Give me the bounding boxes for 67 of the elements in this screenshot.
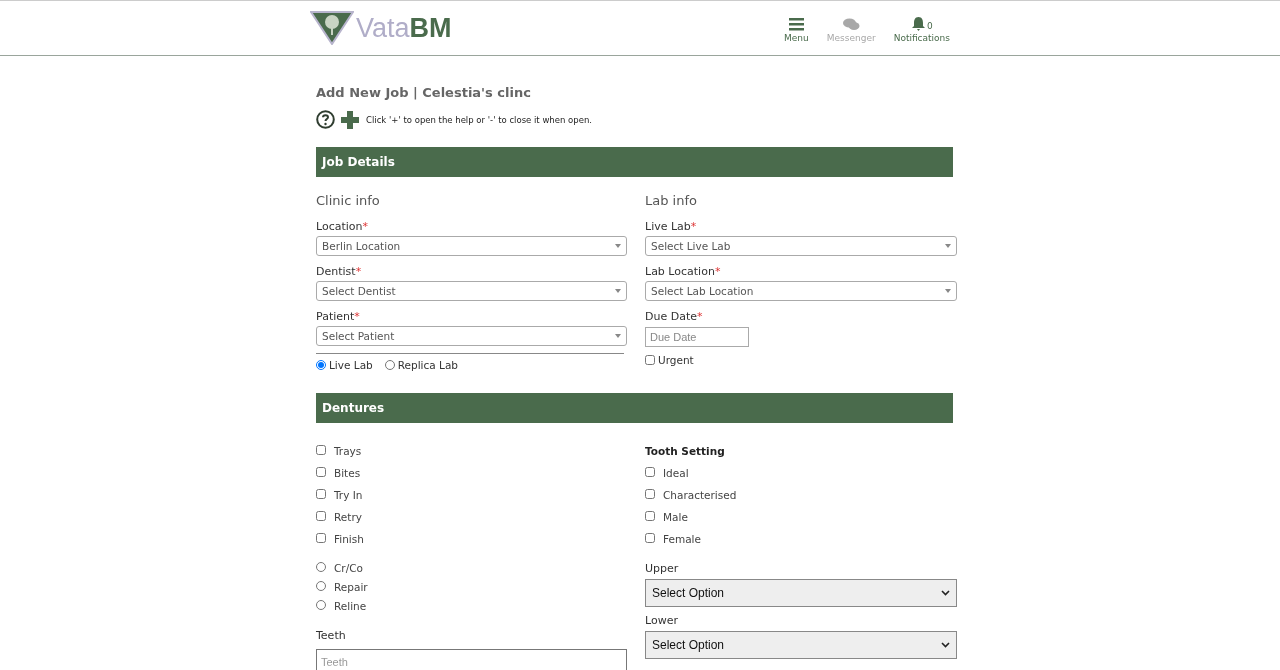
select-field[interactable]: Berlin Location: [316, 236, 627, 256]
field-label: Dentist*: [316, 265, 363, 278]
select-field[interactable]: Select Option: [645, 579, 957, 607]
checkbox[interactable]: [645, 355, 655, 365]
menu-nav-item[interactable]: Menu: [784, 13, 809, 43]
plus-icon[interactable]: [341, 110, 359, 129]
checkbox[interactable]: [316, 533, 326, 543]
group-heading: Tooth Setting: [645, 445, 726, 459]
radio-button[interactable]: [316, 600, 326, 610]
option-label: Female: [663, 533, 701, 545]
field-label: Teeth: [316, 629, 347, 642]
section-heading: Clinic info: [316, 193, 381, 208]
option-label: Cr/Co: [334, 562, 363, 574]
section-heading: Lab info: [645, 193, 698, 208]
option-label: Male: [663, 511, 688, 523]
radio-button[interactable]: [316, 562, 326, 572]
field-label: Patient*: [316, 310, 361, 323]
option-label: Trays: [334, 445, 362, 457]
option-label: Retry: [334, 511, 362, 523]
option-label: Reline: [334, 600, 367, 612]
section-header: Dentures: [316, 393, 953, 423]
field-label: Lab Location*: [645, 265, 722, 278]
option-label: Finish: [334, 533, 364, 545]
checkbox[interactable]: [645, 489, 655, 499]
select-field[interactable]: Select Option: [645, 631, 957, 659]
checkbox[interactable]: [316, 511, 326, 521]
checkbox[interactable]: [316, 467, 326, 477]
radio-button[interactable]: [316, 581, 326, 591]
field-label: Live Lab*: [645, 220, 698, 233]
date-input[interactable]: Due Date: [645, 327, 749, 347]
option-label: Repair: [334, 581, 368, 593]
option-label: Try In: [334, 489, 363, 501]
checkbox[interactable]: [316, 445, 326, 455]
field-label: Upper: [645, 562, 680, 575]
select-field[interactable]: Select Live Lab: [645, 236, 957, 256]
help-icon[interactable]: [316, 110, 335, 129]
radio-button[interactable]: [384, 360, 395, 370]
checkbox[interactable]: [645, 467, 655, 477]
chevron-down-icon: [941, 590, 950, 596]
checkbox[interactable]: [645, 511, 655, 521]
brand-logo[interactable]: VataBM: [356, 12, 452, 44]
field-label: Due Date*: [645, 310, 704, 323]
field-label: Lower: [645, 614, 679, 627]
select-field[interactable]: Select Patient: [316, 326, 627, 346]
page-title: Add New Job | Celestia's clinc: [316, 85, 532, 100]
option-label: Bites: [334, 467, 361, 479]
tree-logo-icon: [310, 11, 354, 45]
option-label: Live Lab: [329, 359, 373, 371]
field-label: Location*: [316, 220, 370, 233]
bell-icon: [910, 15, 926, 31]
select-field[interactable]: Select Lab Location: [645, 281, 957, 301]
notifications-nav-item[interactable]: 0 Notifications: [893, 13, 950, 43]
chevron-down-icon: [941, 642, 950, 648]
notification-count: 0: [926, 20, 933, 31]
select-field[interactable]: Select Dentist: [316, 281, 627, 301]
option-label: Ideal: [663, 467, 689, 479]
checkbox[interactable]: [316, 489, 326, 499]
teeth-input[interactable]: Teeth: [316, 649, 627, 670]
chat-bubbles-icon: [842, 17, 860, 31]
radio-button[interactable]: [316, 360, 326, 370]
menu-icon: [788, 17, 804, 31]
option-label: Urgent: [658, 354, 694, 366]
option-label: Replica Lab: [397, 359, 458, 371]
section-header: Job Details: [316, 147, 953, 177]
help-text: Click '+' to open the help or '-' to close it when open.: [366, 114, 592, 125]
checkbox[interactable]: [645, 533, 655, 543]
option-label: Characterised: [663, 489, 737, 501]
